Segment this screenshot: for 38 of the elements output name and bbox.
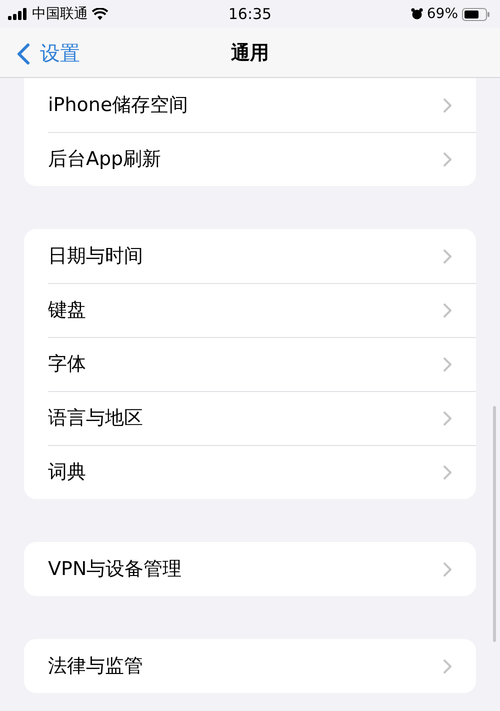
row-label: 字体 — [48, 352, 86, 377]
settings-row[interactable]: 键盘 — [24, 283, 476, 337]
chevron-right-icon — [443, 464, 452, 480]
chevron-right-icon — [443, 248, 452, 264]
chevron-right-icon — [443, 98, 452, 112]
chevron-right-icon — [443, 562, 452, 576]
row-label: iPhone储存空间 — [48, 93, 188, 118]
status-time: 16:35 — [228, 5, 272, 23]
chevron-right-icon — [443, 410, 452, 426]
chevron-left-icon — [16, 42, 30, 64]
battery-icon — [462, 8, 490, 20]
settings-row[interactable]: 语言与地区 — [24, 391, 476, 445]
row-label: 键盘 — [48, 298, 86, 323]
settings-row[interactable]: 后台App刷新 — [24, 132, 476, 186]
battery-percentage: 69% — [426, 6, 458, 22]
alarm-icon — [410, 8, 423, 20]
page-title: 通用 — [231, 40, 269, 66]
back-button[interactable]: 设置 — [14, 38, 82, 69]
row-label: 法律与监管 — [48, 654, 143, 679]
row-label: 语言与地区 — [48, 406, 143, 431]
settings-row[interactable]: VPN与设备管理 — [24, 542, 476, 596]
settings-row[interactable]: 词典 — [24, 445, 476, 499]
row-label: VPN与设备管理 — [48, 557, 182, 582]
scrollbar[interactable] — [493, 406, 496, 642]
signal-icon — [8, 8, 28, 20]
chevron-right-icon — [443, 658, 452, 674]
carrier-name: 中国联通 — [32, 5, 88, 23]
chevron-right-icon — [443, 152, 452, 166]
wifi-icon — [92, 8, 108, 20]
chevron-right-icon — [443, 356, 452, 372]
row-label: 词典 — [48, 460, 86, 485]
chevron-right-icon — [443, 302, 452, 318]
settings-row[interactable]: iPhone储存空间 — [24, 78, 476, 132]
row-label: 后台App刷新 — [48, 147, 162, 172]
settings-row[interactable]: 法律与监管 — [24, 639, 476, 693]
settings-row[interactable]: 字体 — [24, 337, 476, 391]
settings-row[interactable]: 日期与时间 — [24, 229, 476, 283]
row-label: 日期与时间 — [48, 244, 143, 269]
